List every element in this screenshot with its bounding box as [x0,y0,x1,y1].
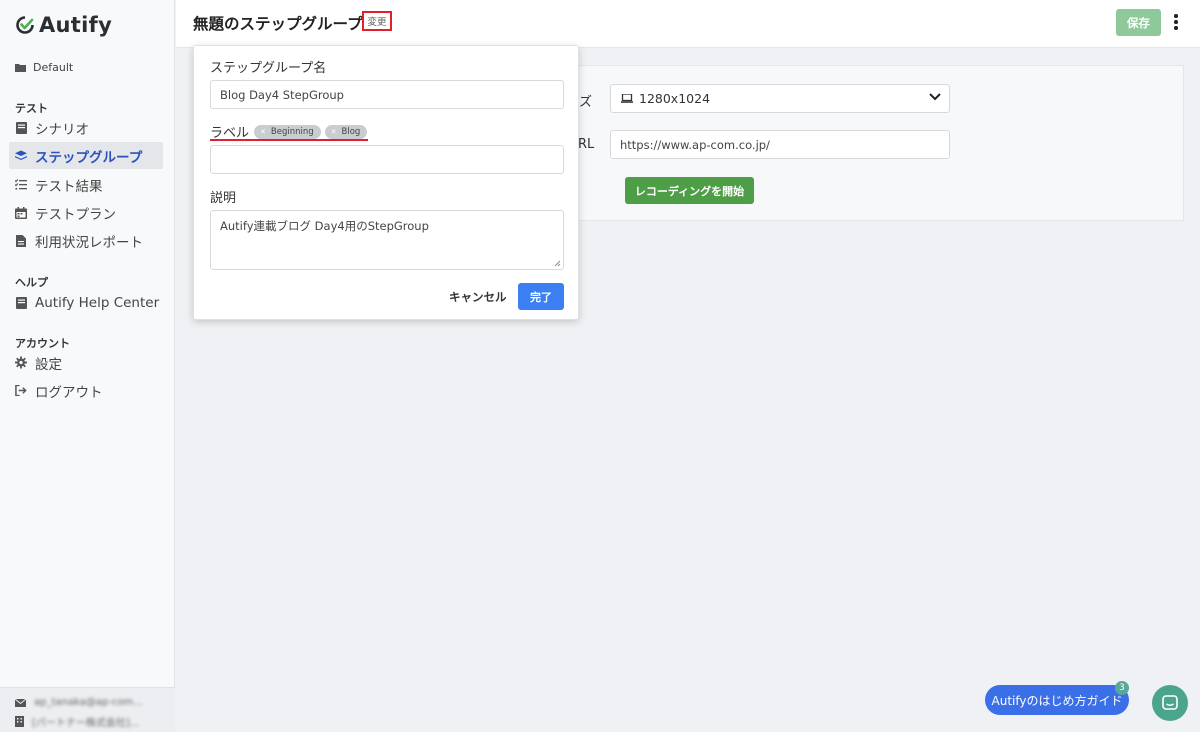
gear-icon [15,356,27,369]
resize-handle-icon[interactable] [554,260,561,267]
sidebar-item-usage-report[interactable]: 利用状況レポート [9,227,163,254]
remove-tag-icon[interactable]: ✕ [260,128,266,136]
sidebar-item-help-center[interactable]: Autify Help Center [9,289,163,316]
done-button[interactable]: 完了 [518,283,564,310]
sidebar-item-label: 利用状況レポート [35,234,143,251]
url-label: RL [578,137,595,152]
stepgroup-name-label: ステップグループ名 [210,61,327,76]
document-icon [15,234,27,247]
chat-launcher-button[interactable] [1152,685,1188,721]
sidebar-item-scenario[interactable]: シナリオ [9,114,163,141]
guide-count-badge: 3 [1115,681,1129,695]
user-account-panel[interactable]: ap_tanaka@ap-com... [パートナー株式会社]... [0,687,175,732]
sidebar-item-test-results[interactable]: テスト結果 [9,171,163,198]
sidebar-item-label: テストプラン [35,206,116,223]
highlight-underline [210,139,368,141]
sidebar-item-logout[interactable]: ログアウト [9,377,163,404]
start-url-input[interactable]: https://www.ap-com.co.jp/ [610,130,950,159]
building-icon [15,716,24,727]
sidebar-item-label: ログアウト [35,384,103,401]
label-tag-text: Blog [341,126,361,137]
book-icon [15,296,27,309]
sidebar-item-test-plan[interactable]: テストプラン [9,199,163,226]
folder-icon [15,64,26,72]
user-org-row: [パートナー株式会社]... [15,714,139,729]
layers-icon [15,149,27,162]
getting-started-guide-button[interactable]: Autifyのはじめ方ガイド [985,685,1129,715]
stepgroup-name-input[interactable]: Blog Day4 StepGroup [210,80,564,109]
device-size-label: ズ [579,95,593,110]
device-size-value: 1280x1024 [639,91,711,106]
sidebar: Autify Default テスト シナリオ ステップグループ テスト結果 テ… [0,0,175,732]
workspace-name: Default [33,61,74,74]
section-title-help: ヘルプ [15,276,48,289]
sidebar-item-label: テスト結果 [35,178,103,195]
sidebar-item-label: シナリオ [35,121,89,138]
remove-tag-icon[interactable]: ✕ [331,128,337,136]
start-recording-button[interactable]: レコーディングを開始 [625,177,754,204]
save-button[interactable]: 保存 [1116,9,1161,36]
label-tag-text: Beginning [270,126,314,137]
description-text: Autify連載ブログ Day4用のStepGroup [220,219,429,233]
page-header: 無題のステップグループ 変更 保存 [176,0,1200,48]
checklist-icon [15,179,27,191]
sidebar-item-settings[interactable]: 設定 [9,349,163,376]
device-size-select[interactable]: 1280x1024 [610,84,950,113]
chevron-down-icon [929,93,941,101]
user-email-row: ap_tanaka@ap-com... [15,697,143,708]
description-label: 説明 [210,191,237,206]
label-tag[interactable]: ✕ Blog [324,124,368,139]
chat-icon [1162,695,1178,710]
edit-title-button[interactable]: 変更 [362,11,392,31]
label-input[interactable] [210,145,564,174]
calendar-icon [15,206,27,219]
page-title: 無題のステップグループ [193,15,363,33]
logo[interactable]: Autify [16,13,112,37]
label-tag[interactable]: ✕ Beginning [254,124,321,139]
logo-text: Autify [39,13,113,37]
laptop-icon [621,94,633,103]
stepgroup-edit-popover: ステップグループ名 Blog Day4 StepGroup ラベル ✕ Begin… [193,45,579,320]
sidebar-item-label: 設定 [35,356,62,373]
more-menu-icon[interactable] [1173,14,1179,32]
user-org: [パートナー株式会社]... [32,718,140,729]
sidebar-item-label: ステップグループ [35,149,143,166]
logout-icon [15,385,27,397]
workspace-selector[interactable]: Default [15,61,73,74]
sidebar-item-label: Autify Help Center [35,294,160,311]
cancel-button[interactable]: キャンセル [449,289,507,305]
description-textarea[interactable]: Autify連載ブログ Day4用のStepGroup [210,210,564,270]
autify-logo-icon [16,16,34,34]
envelope-icon [15,698,26,707]
book-icon [15,121,27,134]
sidebar-item-stepgroup[interactable]: ステップグループ [9,142,163,169]
user-email: ap_tanaka@ap-com... [34,697,143,708]
